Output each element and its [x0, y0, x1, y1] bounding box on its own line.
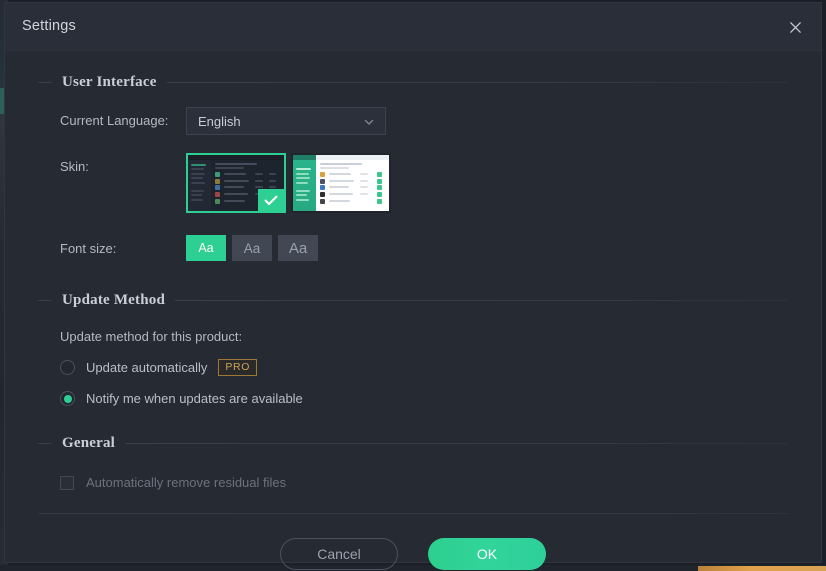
radio-update-automatically[interactable]: Update automatically PRO — [38, 359, 788, 376]
divider-right — [166, 81, 788, 83]
font-size-large-button[interactable]: Aa — [278, 235, 318, 261]
dialog-footer: Cancel OK — [38, 538, 788, 570]
ok-button[interactable]: OK — [428, 538, 546, 570]
close-icon[interactable] — [775, 7, 815, 47]
skin-option-dark[interactable] — [186, 153, 286, 213]
skin-control — [186, 153, 788, 213]
checkbox-icon-unchecked — [60, 475, 74, 490]
checkbox-remove-residual-files: Automatically remove residual files — [38, 475, 788, 490]
radio-notify-updates[interactable]: Notify me when updates are available — [38, 391, 788, 406]
divider-left — [38, 81, 52, 83]
section-header-user-interface: User Interface — [38, 71, 788, 93]
font-size-medium-button[interactable]: Aa — [232, 235, 272, 261]
divider-right — [125, 442, 788, 444]
radio-icon-unselected — [60, 360, 75, 375]
field-font-size: Font size: Aa Aa Aa — [38, 235, 788, 263]
section-title: Update Method — [62, 291, 166, 308]
radio-label: Notify me when updates are available — [86, 391, 303, 406]
font-size-options: Aa Aa Aa — [186, 235, 788, 261]
radio-icon-selected — [60, 391, 75, 406]
section-header-update-method: Update Method — [38, 289, 788, 311]
divider-right — [175, 299, 788, 301]
update-method-description: Update method for this product: — [60, 329, 243, 344]
language-select[interactable]: English — [186, 107, 386, 135]
settings-dialog: Settings User Interface Current Language… — [4, 2, 822, 570]
cancel-button[interactable]: Cancel — [280, 538, 398, 570]
dialog-title: Settings — [22, 18, 76, 34]
check-icon — [258, 189, 284, 211]
chevron-down-icon — [363, 115, 375, 127]
divider-left — [38, 442, 52, 444]
dialog-titlebar: Settings — [5, 3, 821, 51]
current-language-label: Current Language: — [60, 113, 169, 128]
dialog-content: User Interface Current Language: English… — [5, 71, 821, 570]
font-size-small-button[interactable]: Aa — [186, 235, 226, 261]
language-select-value: English — [198, 113, 241, 129]
field-skin: Skin: — [38, 153, 788, 213]
current-language-control: English — [186, 107, 788, 135]
checkbox-label: Automatically remove residual files — [86, 475, 287, 490]
field-current-language: Current Language: English — [38, 107, 788, 135]
section-title: User Interface — [62, 73, 157, 90]
skin-options — [186, 153, 788, 213]
section-header-general: General — [38, 432, 788, 454]
font-size-label: Font size: — [60, 241, 117, 256]
pro-badge: PRO — [218, 359, 257, 376]
radio-label: Update automatically — [86, 360, 208, 375]
skin-label: Skin: — [60, 159, 89, 174]
skin-option-light[interactable] — [291, 153, 391, 213]
font-size-control: Aa Aa Aa — [186, 235, 788, 261]
section-title: General — [62, 434, 116, 451]
skin-preview-light — [293, 155, 389, 211]
divider-left — [38, 299, 52, 301]
footer-divider — [38, 513, 788, 514]
